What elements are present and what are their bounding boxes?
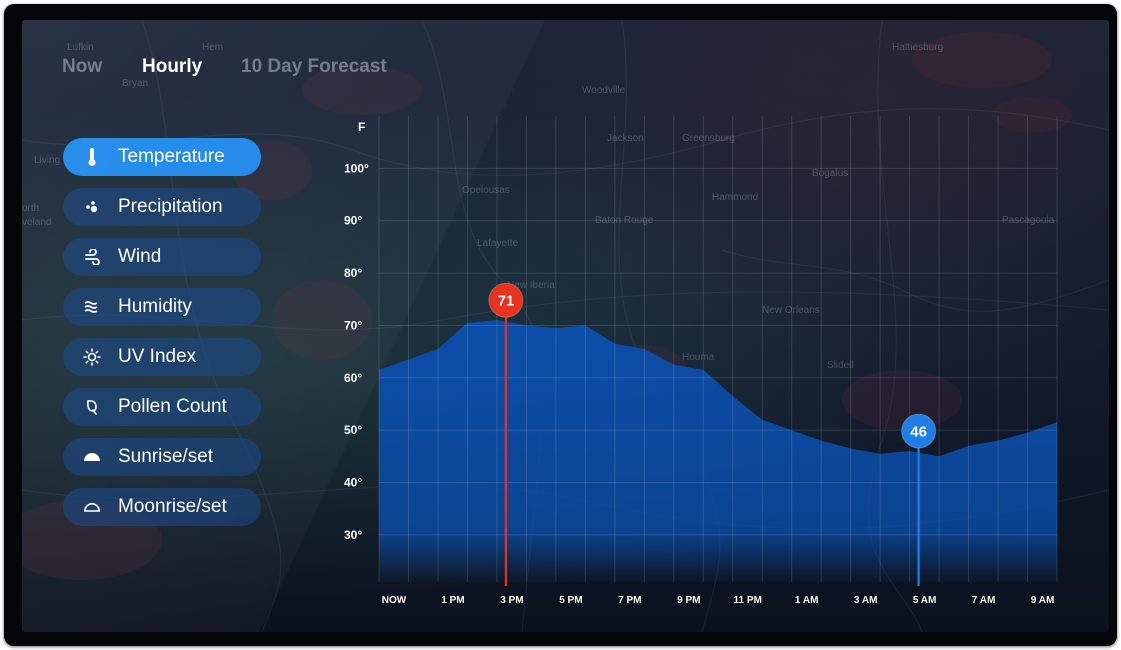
- tv-screen: Lufkin Hattiesburg Woodville Jackson Greensb…: [22, 20, 1109, 632]
- y-tick-label: 80°: [344, 266, 362, 280]
- x-tick-label: 7 PM: [618, 595, 641, 606]
- x-tick-label: 9 AM: [1031, 595, 1055, 606]
- y-tick-label: 50°: [344, 423, 362, 437]
- y-tick-label: 40°: [344, 476, 362, 490]
- x-tick-label: NOW: [382, 595, 407, 606]
- x-tick-label: 7 AM: [972, 595, 996, 606]
- y-tick-label: 30°: [344, 528, 362, 542]
- x-tick-label: 3 PM: [500, 595, 523, 606]
- y-tick-label: 100°: [344, 161, 369, 175]
- unit-label: F: [358, 120, 365, 134]
- temperature-chart: F 100° 90° 80° 70° 60° 50° 40° 30° NOW 1 PM 3 PM 5 P…: [344, 116, 1058, 606]
- y-tick-label: 90°: [344, 214, 362, 228]
- x-tick-label: 1 AM: [795, 595, 819, 606]
- x-tick-label: 5 PM: [559, 595, 582, 606]
- y-tick-label: 60°: [344, 371, 362, 385]
- low-temp-label: 46: [910, 424, 927, 441]
- x-tick-label: 5 AM: [913, 595, 937, 606]
- x-tick-label: 11 PM: [734, 595, 762, 606]
- x-tick-label: 9 PM: [677, 595, 700, 606]
- x-tick-label: 3 AM: [854, 595, 878, 606]
- temperature-area: [379, 320, 1057, 582]
- device-bezel: Lufkin Hattiesburg Woodville Jackson Greensb…: [4, 4, 1117, 646]
- high-temp-label: 71: [498, 293, 515, 310]
- y-tick-label: 70°: [344, 318, 362, 332]
- x-tick-label: 1 PM: [441, 595, 464, 606]
